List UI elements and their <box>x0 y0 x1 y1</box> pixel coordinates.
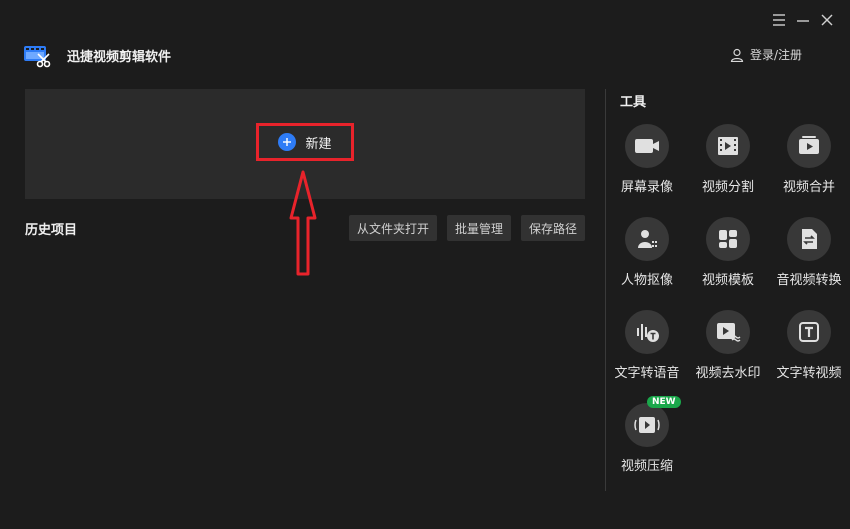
tool-label: 视频分割 <box>701 180 754 195</box>
remove-watermark-icon <box>706 310 750 354</box>
camera-icon <box>625 124 669 168</box>
tool-label: 视频去水印 <box>695 366 761 381</box>
menu-icon[interactable] <box>772 12 788 28</box>
video-merge-icon <box>787 124 831 168</box>
tool-label: 音视频转换 <box>776 273 842 288</box>
tool-video-split[interactable]: 视频分割 <box>687 124 769 204</box>
new-project-label: 新建 <box>305 136 332 152</box>
tool-video-compress[interactable]: 视频压缩 <box>606 403 688 483</box>
tool-screen-record[interactable]: 屏幕录像 <box>606 124 688 204</box>
tools-title: 工具 <box>620 95 647 110</box>
text-to-speech-icon <box>625 310 669 354</box>
plus-icon <box>278 133 297 151</box>
text-to-video-icon <box>787 310 831 354</box>
open-folder-button[interactable]: 从文件夹打开 <box>349 215 437 241</box>
tool-video-template[interactable]: 视频模板 <box>687 217 769 297</box>
close-icon[interactable] <box>820 12 836 28</box>
new-badge: NEW <box>647 396 681 408</box>
login-button[interactable]: 登录/注册 <box>730 46 802 63</box>
app-logo-icon <box>24 43 51 68</box>
batch-manage-button[interactable]: 批量管理 <box>447 215 511 241</box>
tool-label: 人物抠像 <box>620 273 673 288</box>
tool-label: 视频压缩 <box>620 459 673 474</box>
tool-remove-watermark[interactable]: 视频去水印 <box>687 310 769 390</box>
tool-label: 文字转视频 <box>776 366 842 381</box>
person-matting-icon <box>625 217 669 261</box>
history-title: 历史项目 <box>25 223 78 238</box>
tool-label: 文字转语音 <box>614 366 680 381</box>
tool-label: 视频合并 <box>782 180 835 195</box>
tool-label: 屏幕录像 <box>620 180 673 195</box>
convert-icon <box>787 217 831 261</box>
video-compress-icon <box>625 403 669 447</box>
red-arrow-annotation <box>288 168 318 278</box>
minimize-icon[interactable] <box>796 12 812 28</box>
app-title: 迅捷视频剪辑软件 <box>67 50 172 65</box>
tool-video-merge[interactable]: 视频合并 <box>768 124 850 204</box>
new-project-button[interactable]: 新建 <box>256 123 354 161</box>
tool-label: 视频模板 <box>701 273 754 288</box>
user-icon <box>730 48 744 62</box>
tool-text-to-speech[interactable]: 文字转语音 <box>606 310 688 390</box>
tool-person-matting[interactable]: 人物抠像 <box>606 217 688 297</box>
film-split-icon <box>706 124 750 168</box>
login-label: 登录/注册 <box>749 48 802 62</box>
save-path-button[interactable]: 保存路径 <box>521 215 585 241</box>
tool-av-convert[interactable]: 音视频转换 <box>768 217 850 297</box>
template-grid-icon <box>706 217 750 261</box>
tool-text-to-video[interactable]: 文字转视频 <box>768 310 850 390</box>
